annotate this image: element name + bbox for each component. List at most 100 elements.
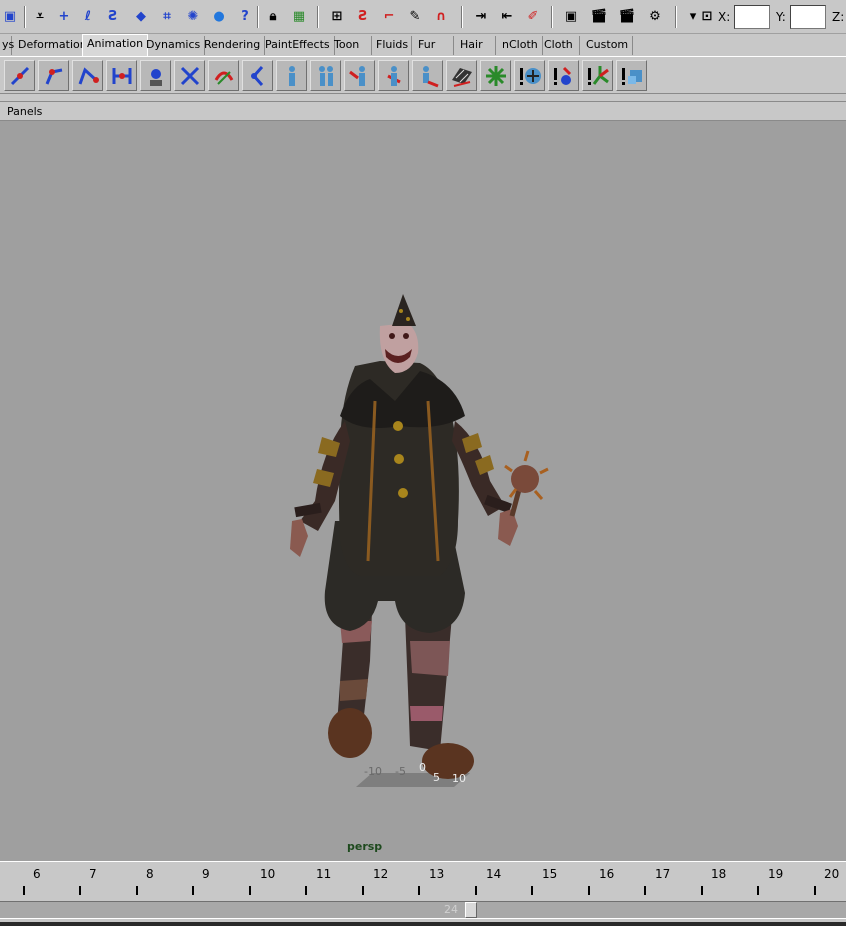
tab-rendering[interactable]: Rendering xyxy=(200,36,266,55)
detach-skin-icon[interactable] xyxy=(242,60,273,91)
toolbar-separator xyxy=(675,6,677,28)
render-view-icon[interactable]: ▣ xyxy=(561,6,581,26)
bind-skin-icon[interactable] xyxy=(174,60,205,91)
tab-fluids[interactable]: Fluids xyxy=(372,36,412,55)
range-handle[interactable] xyxy=(465,902,477,918)
rig-icon[interactable] xyxy=(412,60,443,91)
character-icon[interactable] xyxy=(276,60,307,91)
graph-editor-icon[interactable] xyxy=(446,60,477,91)
transform-input-icon[interactable]: ⊡ xyxy=(697,6,717,26)
snap-curve-icon[interactable]: ℓ xyxy=(78,6,98,26)
coord-x-label: X: xyxy=(718,10,731,24)
coord-z-label: Z: xyxy=(832,10,845,24)
toolbar-separator xyxy=(551,6,553,28)
frame-number: 11 xyxy=(316,867,332,881)
tab-fur[interactable]: Fur xyxy=(414,36,454,55)
tab-ncloth[interactable]: nCloth xyxy=(498,36,543,55)
frame-tick xyxy=(475,886,477,895)
edit-icon[interactable]: ✐ xyxy=(523,6,543,26)
tab-custom[interactable]: Custom xyxy=(582,36,634,55)
snap-surface-icon[interactable]: ⌗ xyxy=(157,6,177,26)
set-key-icon[interactable] xyxy=(140,60,171,91)
locator-icon[interactable] xyxy=(480,60,511,91)
snap-point-icon[interactable]: Ƨ xyxy=(103,6,123,26)
tab-deformation[interactable]: Deformation xyxy=(14,36,92,55)
menu-set-icon[interactable]: ⩡ xyxy=(30,6,50,26)
snap-plane-icon[interactable]: ◆ xyxy=(131,6,151,26)
ik-spline-icon[interactable] xyxy=(72,60,103,91)
shelf-tabs: ys Deformation Animation Dynamics Render… xyxy=(0,34,846,56)
frame-number: 15 xyxy=(542,867,558,881)
select-mode-icon[interactable]: ▣ xyxy=(0,6,20,26)
ipr-render-icon[interactable]: 🎬︎ xyxy=(617,6,637,26)
insert-joint-icon[interactable] xyxy=(106,60,137,91)
constraint-icon[interactable] xyxy=(548,60,579,91)
character-mirror-icon[interactable] xyxy=(310,60,341,91)
frame-tick xyxy=(23,886,25,895)
animation-shelf xyxy=(0,56,846,94)
output-ops-icon[interactable]: ⌐ xyxy=(379,6,399,26)
frame-tick xyxy=(136,886,138,895)
import-icon[interactable]: ⇥ xyxy=(471,6,491,26)
panels-menu[interactable]: Panels xyxy=(7,105,42,118)
grid-number: 0 xyxy=(419,761,426,774)
tab-cloth[interactable]: Cloth xyxy=(540,36,580,55)
time-slider[interactable]: 6 7 8 9 10 11 12 13 14 15 16 17 18 19 20 xyxy=(0,861,846,897)
render-clapper-icon[interactable]: 🎬︎ xyxy=(589,6,609,26)
frame-tick xyxy=(757,886,759,895)
panel-menu-bar: Panels xyxy=(0,101,846,121)
toolbar-separator xyxy=(257,6,259,28)
clown-character-model: -10 -5 0 5 10 xyxy=(290,294,549,787)
frame-tick xyxy=(79,886,81,895)
tab-dynamics[interactable]: Dynamics xyxy=(142,36,206,55)
frame-number: 8 xyxy=(146,867,154,881)
frame-number: 9 xyxy=(202,867,210,881)
frame-number: 20 xyxy=(824,867,840,881)
frame-number: 13 xyxy=(429,867,445,881)
frame-tick xyxy=(701,886,703,895)
coord-x-input[interactable] xyxy=(734,5,770,29)
light-icon[interactable]: ✺ xyxy=(183,6,203,26)
grid-number: 5 xyxy=(433,771,440,784)
tab-hair[interactable]: Hair xyxy=(456,36,496,55)
magnet-icon[interactable]: ∩ xyxy=(431,6,451,26)
snap-grid-icon[interactable]: + xyxy=(54,6,74,26)
frame-tick xyxy=(531,886,533,895)
coord-y-input[interactable] xyxy=(790,5,826,29)
selection-lock-icon[interactable]: ▦ xyxy=(289,6,309,26)
range-track[interactable] xyxy=(0,901,846,919)
skeleton-pose-icon[interactable] xyxy=(378,60,409,91)
joint-tool-icon[interactable] xyxy=(38,60,69,91)
tab-animation[interactable]: Animation xyxy=(82,34,149,56)
history-icon[interactable]: ⊞ xyxy=(327,6,347,26)
toolbar-separator xyxy=(24,6,26,28)
cluster-icon[interactable] xyxy=(514,60,545,91)
frame-number: 16 xyxy=(599,867,615,881)
ik-handle-icon[interactable] xyxy=(4,60,35,91)
help-icon[interactable]: ? xyxy=(235,6,255,26)
parent-constraint-icon[interactable] xyxy=(616,60,647,91)
range-end-value: 24 xyxy=(444,903,458,916)
frame-number: 10 xyxy=(260,867,276,881)
tab-toon[interactable]: Toon xyxy=(330,36,372,55)
frame-tick xyxy=(305,886,307,895)
bottom-strip xyxy=(0,922,846,926)
tab-surfaces[interactable]: ys xyxy=(0,36,14,55)
frame-tick xyxy=(249,886,251,895)
perspective-viewport[interactable]: -10 -5 0 5 10 persp xyxy=(0,121,846,861)
input-ops-icon[interactable]: Ƨ xyxy=(353,6,373,26)
pose-icon[interactable] xyxy=(344,60,375,91)
render-sphere-icon[interactable]: ● xyxy=(209,6,229,26)
grid-number: -5 xyxy=(395,765,406,778)
frame-tick xyxy=(588,886,590,895)
render-settings-icon[interactable]: ⚙︎ xyxy=(645,6,665,26)
lock-icon[interactable]: 🔒︎ xyxy=(263,6,283,26)
export-icon[interactable]: ⇤ xyxy=(497,6,517,26)
toolbar-separator xyxy=(317,6,319,28)
construction-history-icon[interactable]: ✎ xyxy=(405,6,425,26)
orient-constraint-icon[interactable] xyxy=(582,60,613,91)
frame-number: 14 xyxy=(486,867,502,881)
toolbar-separator xyxy=(461,6,463,28)
paint-weights-icon[interactable] xyxy=(208,60,239,91)
tab-painteffects[interactable]: PaintEffects xyxy=(261,36,335,55)
